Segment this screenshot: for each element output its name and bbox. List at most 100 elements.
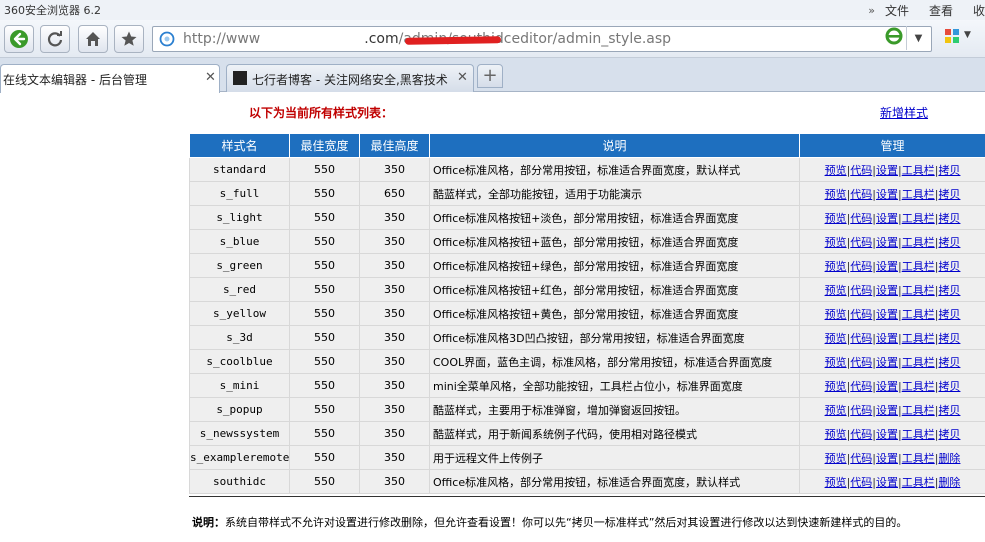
- favorites-button[interactable]: [114, 25, 144, 53]
- settings-link[interactable]: 设置: [876, 332, 898, 345]
- preview-link[interactable]: 预览: [825, 212, 847, 225]
- toolbar-link[interactable]: 工具栏: [902, 260, 935, 273]
- toolbar-link[interactable]: 工具栏: [902, 308, 935, 321]
- settings-link[interactable]: 设置: [876, 308, 898, 321]
- preview-link[interactable]: 预览: [825, 428, 847, 441]
- code-link[interactable]: 代码: [850, 236, 872, 249]
- toolbar-link[interactable]: 工具栏: [902, 380, 935, 393]
- copy-link[interactable]: 拷贝: [938, 308, 960, 321]
- code-link[interactable]: 代码: [850, 380, 872, 393]
- settings-link[interactable]: 设置: [876, 356, 898, 369]
- copy-link[interactable]: 拷贝: [938, 404, 960, 417]
- preview-link[interactable]: 预览: [825, 356, 847, 369]
- actions-cell: 预览|代码|设置|工具栏|拷贝: [799, 373, 985, 398]
- preview-link[interactable]: 预览: [825, 260, 847, 273]
- preview-link[interactable]: 预览: [825, 452, 847, 465]
- preview-link[interactable]: 预览: [825, 284, 847, 297]
- delete-link[interactable]: 删除: [938, 476, 960, 489]
- preview-link[interactable]: 预览: [825, 164, 847, 177]
- more-menu-chevron-icon[interactable]: »: [868, 4, 875, 17]
- code-link[interactable]: 代码: [850, 308, 872, 321]
- best-width-cell: 550: [289, 157, 360, 182]
- settings-link[interactable]: 设置: [876, 380, 898, 393]
- new-tab-button[interactable]: +: [477, 64, 503, 88]
- ie-compat-icon[interactable]: [884, 26, 904, 46]
- copy-link[interactable]: 拷贝: [938, 188, 960, 201]
- toolbar-link[interactable]: 工具栏: [902, 332, 935, 345]
- toolbar-link[interactable]: 工具栏: [902, 164, 935, 177]
- copy-link[interactable]: 拷贝: [938, 332, 960, 345]
- settings-link[interactable]: 设置: [876, 476, 898, 489]
- add-style-link[interactable]: 新增样式: [880, 104, 928, 121]
- home-button[interactable]: [78, 25, 108, 53]
- close-tab-icon[interactable]: ✕: [205, 70, 216, 85]
- table-row: s_coolblue 550 350 COOL界面，蓝色主调，标准风格，部分常用按钮，…: [189, 349, 985, 374]
- settings-link[interactable]: 设置: [876, 452, 898, 465]
- toolbar-link[interactable]: 工具栏: [902, 452, 935, 465]
- tab-blog[interactable]: 七行者博客 - 关注网络安全,黑客技术 ✕: [226, 64, 474, 92]
- note: 说明：系统自带样式不允许对设置进行修改删除，但允许查看设置！你可以先“拷贝一标准…: [192, 514, 907, 530]
- toolbar-link[interactable]: 工具栏: [902, 476, 935, 489]
- code-link[interactable]: 代码: [850, 284, 872, 297]
- close-tab-icon[interactable]: ✕: [457, 70, 468, 85]
- code-link[interactable]: 代码: [850, 332, 872, 345]
- settings-link[interactable]: 设置: [876, 164, 898, 177]
- delete-link[interactable]: 删除: [938, 452, 960, 465]
- code-link[interactable]: 代码: [850, 212, 872, 225]
- copy-link[interactable]: 拷贝: [938, 164, 960, 177]
- preview-link[interactable]: 预览: [825, 404, 847, 417]
- settings-link[interactable]: 设置: [876, 404, 898, 417]
- toolbar-link[interactable]: 工具栏: [902, 404, 935, 417]
- code-link[interactable]: 代码: [850, 164, 872, 177]
- apps-grid-icon[interactable]: [944, 28, 960, 44]
- toolbar-link[interactable]: 工具栏: [902, 212, 935, 225]
- table-row: southidc 550 350 Office标准风格，部分常用按钮，标准适合界面宽度…: [189, 469, 985, 494]
- browser-menu: » 文件 查看 收: [868, 0, 985, 20]
- copy-link[interactable]: 拷贝: [938, 260, 960, 273]
- settings-link[interactable]: 设置: [876, 284, 898, 297]
- preview-link[interactable]: 预览: [825, 308, 847, 321]
- settings-link[interactable]: 设置: [876, 188, 898, 201]
- copy-link[interactable]: 拷贝: [938, 356, 960, 369]
- toolbar-link[interactable]: 工具栏: [902, 428, 935, 441]
- menu-favorites[interactable]: 收: [973, 2, 985, 19]
- settings-link[interactable]: 设置: [876, 428, 898, 441]
- toolbar-link[interactable]: 工具栏: [902, 284, 935, 297]
- menu-file[interactable]: 文件: [885, 2, 909, 19]
- preview-link[interactable]: 预览: [825, 476, 847, 489]
- preview-link[interactable]: 预览: [825, 188, 847, 201]
- code-link[interactable]: 代码: [850, 356, 872, 369]
- menu-view[interactable]: 查看: [929, 2, 953, 19]
- code-link[interactable]: 代码: [850, 404, 872, 417]
- preview-link[interactable]: 预览: [825, 380, 847, 393]
- code-link[interactable]: 代码: [850, 452, 872, 465]
- globe-icon: [159, 31, 175, 47]
- tab-admin-editor[interactable]: 在线文本编辑器 - 后台管理 ✕: [0, 64, 220, 93]
- copy-link[interactable]: 拷贝: [938, 428, 960, 441]
- settings-link[interactable]: 设置: [876, 236, 898, 249]
- copy-link[interactable]: 拷贝: [938, 284, 960, 297]
- settings-link[interactable]: 设置: [876, 212, 898, 225]
- settings-link[interactable]: 设置: [876, 260, 898, 273]
- code-link[interactable]: 代码: [850, 188, 872, 201]
- apps-dropdown-arrow-icon[interactable]: ▼: [964, 30, 971, 40]
- style-name-cell: s_red: [189, 277, 290, 302]
- code-link[interactable]: 代码: [850, 260, 872, 273]
- address-dropdown-button[interactable]: ▼: [906, 26, 930, 50]
- preview-link[interactable]: 预览: [825, 332, 847, 345]
- preview-link[interactable]: 预览: [825, 236, 847, 249]
- address-bar[interactable]: http://www .com/admin/southidceditor/admi…: [152, 26, 932, 52]
- back-button[interactable]: [4, 25, 34, 53]
- toolbar-link[interactable]: 工具栏: [902, 188, 935, 201]
- code-link[interactable]: 代码: [850, 428, 872, 441]
- table-row: standard 550 350 Office标准风格，部分常用按钮，标准适合界面宽度…: [189, 157, 985, 182]
- header-style-name: 样式名: [189, 133, 290, 158]
- copy-link[interactable]: 拷贝: [938, 212, 960, 225]
- home-icon: [86, 32, 100, 46]
- code-link[interactable]: 代码: [850, 476, 872, 489]
- copy-link[interactable]: 拷贝: [938, 236, 960, 249]
- copy-link[interactable]: 拷贝: [938, 380, 960, 393]
- toolbar-link[interactable]: 工具栏: [902, 236, 935, 249]
- toolbar-link[interactable]: 工具栏: [902, 356, 935, 369]
- refresh-button[interactable]: [40, 25, 70, 53]
